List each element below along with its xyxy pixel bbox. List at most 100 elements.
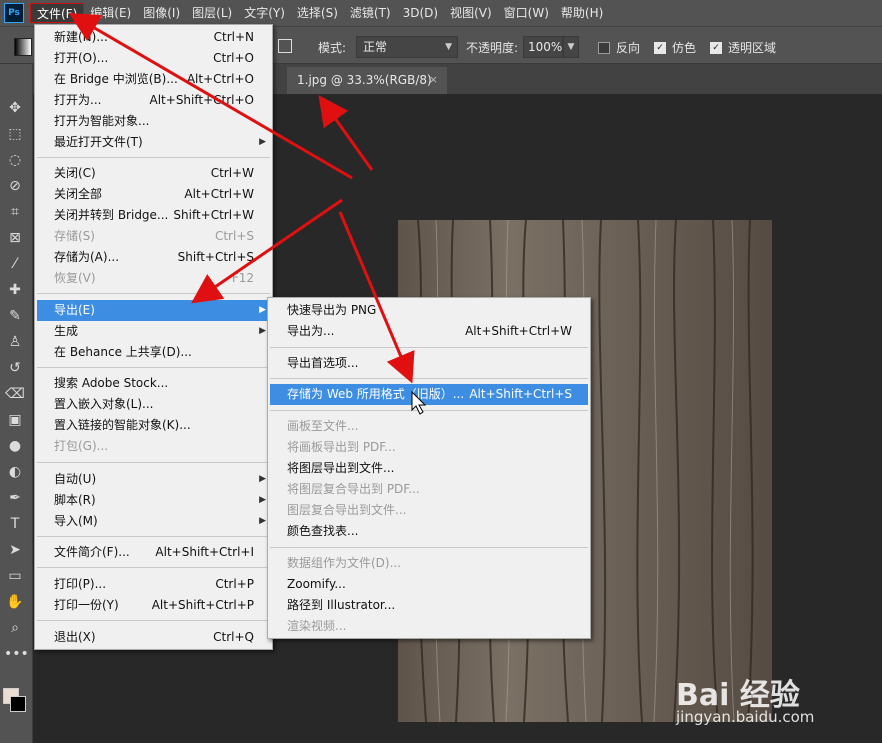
menu-type[interactable]: 文字(Y): [238, 3, 291, 23]
crop-tool-icon[interactable]: ⌗: [4, 202, 26, 222]
menu-filter[interactable]: 滤镜(T): [344, 3, 397, 23]
frame-tool-icon[interactable]: ⊠: [4, 228, 26, 248]
export-artboards-files-item[interactable]: 画板至文件...: [270, 416, 588, 437]
file-close-all-item[interactable]: 关闭全部 Alt+Ctrl+W: [37, 184, 270, 205]
menu-file[interactable]: 文件(F): [30, 3, 85, 23]
menu-item-shortcut: Ctrl+S: [214, 229, 254, 243]
move-tool-icon[interactable]: ✥: [4, 98, 26, 118]
type-tool-icon[interactable]: T: [4, 514, 26, 534]
file-browse-bridge-item[interactable]: 在 Bridge 中浏览(B)... Alt+Ctrl+O: [37, 69, 270, 90]
file-import-item[interactable]: 导入(M) ▶: [37, 511, 270, 532]
export-layer-comps-pdf-item[interactable]: 将图层复合导出到 PDF...: [270, 479, 588, 500]
menu-help[interactable]: 帮助(H): [555, 3, 609, 23]
menu-item-label: 打印一份(Y): [54, 598, 119, 612]
file-print-item[interactable]: 打印(P)... Ctrl+P: [37, 574, 270, 595]
mode-select[interactable]: 正常 ▼: [356, 36, 458, 58]
menu-item-shortcut: Alt+Shift+Ctrl+O: [149, 93, 254, 107]
menu-item-label: Zoomify...: [287, 577, 346, 591]
file-package-item[interactable]: 打包(G)...: [37, 436, 270, 457]
export-preferences-item[interactable]: 导出首选项...: [270, 353, 588, 374]
export-artboards-pdf-item[interactable]: 将画板导出到 PDF...: [270, 437, 588, 458]
export-quick-png-item[interactable]: 快速导出为 PNG: [270, 300, 588, 321]
pen-tool-icon[interactable]: ✒: [4, 488, 26, 508]
file-open-as-item[interactable]: 打开为... Alt+Shift+Ctrl+O: [37, 90, 270, 111]
file-open-item[interactable]: 打开(O)... Ctrl+O: [37, 48, 270, 69]
file-save-as-item[interactable]: 存储为(A)... Shift+Ctrl+S: [37, 247, 270, 268]
dodge-tool-icon[interactable]: ◐: [4, 462, 26, 482]
path-select-tool-icon[interactable]: ➤: [4, 540, 26, 560]
file-exit-item[interactable]: 退出(X) Ctrl+Q: [37, 627, 270, 648]
brush-tool-icon[interactable]: ✎: [4, 306, 26, 326]
file-open-smart-object-item[interactable]: 打开为智能对象...: [37, 111, 270, 132]
file-automate-item[interactable]: 自动(U) ▶: [37, 469, 270, 490]
export-color-lookup-item[interactable]: 颜色查找表...: [270, 521, 588, 542]
blur-tool-icon[interactable]: ●: [4, 436, 26, 456]
file-recent-item[interactable]: 最近打开文件(T) ▶: [37, 132, 270, 153]
eyedropper-tool-icon[interactable]: ⁄: [4, 254, 26, 274]
document-tab[interactable]: 1.jpg @ 33.3%(RGB/8) ×: [287, 67, 447, 94]
eraser-tool-icon[interactable]: ⌫: [4, 384, 26, 404]
menu-separator: [270, 347, 588, 348]
file-close-item[interactable]: 关闭(C) Ctrl+W: [37, 163, 270, 184]
file-scripts-item[interactable]: 脚本(R) ▶: [37, 490, 270, 511]
menu-image[interactable]: 图像(I): [137, 3, 186, 23]
export-data-sets-item[interactable]: 数据组作为文件(D)...: [270, 553, 588, 574]
history-brush-tool-icon[interactable]: ↺: [4, 358, 26, 378]
menu-item-shortcut: Alt+Shift+Ctrl+W: [465, 324, 572, 338]
opacity-dropdown-icon[interactable]: ▼: [563, 36, 579, 58]
menu-item-label: 在 Bridge 中浏览(B)...: [54, 72, 178, 86]
background-color-swatch[interactable]: [10, 696, 26, 712]
menu-separator: [37, 462, 270, 463]
lasso-tool-icon[interactable]: ◌: [4, 150, 26, 170]
dither-checkbox[interactable]: ✓ 仿色: [654, 39, 696, 56]
photoshop-logo-icon: Ps: [4, 3, 24, 23]
file-revert-item[interactable]: 恢复(V) F12: [37, 268, 270, 289]
export-layer-comps-files-item[interactable]: 图层复合导出到文件...: [270, 500, 588, 521]
menu-edit[interactable]: 编辑(E): [84, 3, 137, 23]
opacity-input[interactable]: 100%: [523, 36, 563, 58]
gradient-tool-icon[interactable]: ▣: [4, 410, 26, 430]
export-as-item[interactable]: 导出为... Alt+Shift+Ctrl+W: [270, 321, 588, 342]
reverse-checkbox[interactable]: 反向: [598, 39, 640, 56]
zoom-tool-icon[interactable]: ⌕: [4, 618, 26, 638]
gradient-preset-swatch[interactable]: [14, 38, 32, 56]
export-save-for-web-item[interactable]: 存储为 Web 所用格式（旧版）... Alt+Shift+Ctrl+S: [270, 384, 588, 405]
healing-brush-tool-icon[interactable]: ✚: [4, 280, 26, 300]
file-save-item[interactable]: 存储(S) Ctrl+S: [37, 226, 270, 247]
menu-item-label: 快速导出为 PNG: [287, 303, 377, 317]
file-close-go-bridge-item[interactable]: 关闭并转到 Bridge... Shift+Ctrl+W: [37, 205, 270, 226]
file-info-item[interactable]: 文件简介(F)... Alt+Shift+Ctrl+I: [37, 542, 270, 563]
marquee-tool-icon[interactable]: ⬚: [4, 124, 26, 144]
file-place-linked-item[interactable]: 置入链接的智能对象(K)...: [37, 415, 270, 436]
menu-layer[interactable]: 图层(L): [186, 3, 238, 23]
quick-select-tool-icon[interactable]: ⊘: [4, 176, 26, 196]
close-icon[interactable]: ×: [429, 67, 438, 93]
export-render-video-item[interactable]: 渲染视频...: [270, 616, 588, 637]
menu-separator: [270, 410, 588, 411]
menu-item-label: 导出首选项...: [287, 356, 359, 370]
menu-view[interactable]: 视图(V): [444, 3, 498, 23]
document-tab-title: 1.jpg @ 33.3%(RGB/8): [297, 73, 432, 87]
file-search-stock-item[interactable]: 搜索 Adobe Stock...: [37, 373, 270, 394]
export-zoomify-item[interactable]: Zoomify...: [270, 574, 588, 595]
file-share-behance-item[interactable]: 在 Behance 上共享(D)...: [37, 342, 270, 363]
transparency-checkbox[interactable]: ✓ 透明区域: [710, 39, 776, 56]
menu-select[interactable]: 选择(S): [291, 3, 344, 23]
file-place-embedded-item[interactable]: 置入嵌入对象(L)...: [37, 394, 270, 415]
menu-item-shortcut: F12: [231, 271, 254, 285]
gradient-type-icon[interactable]: [278, 39, 292, 53]
file-export-item[interactable]: 导出(E) ▶: [37, 300, 270, 321]
more-tools-icon[interactable]: •••: [4, 644, 29, 664]
export-paths-illustrator-item[interactable]: 路径到 Illustrator...: [270, 595, 588, 616]
file-print-one-item[interactable]: 打印一份(Y) Alt+Shift+Ctrl+P: [37, 595, 270, 616]
file-new-item[interactable]: 新建(N)... Ctrl+N: [37, 27, 270, 48]
hand-tool-icon[interactable]: ✋: [4, 592, 26, 612]
menu-3d[interactable]: 3D(D): [397, 3, 444, 23]
rectangle-tool-icon[interactable]: ▭: [4, 566, 26, 586]
stamp-tool-icon[interactable]: ♙: [4, 332, 26, 352]
export-layers-files-item[interactable]: 将图层导出到文件...: [270, 458, 588, 479]
file-generate-item[interactable]: 生成 ▶: [37, 321, 270, 342]
menu-window[interactable]: 窗口(W): [498, 3, 555, 23]
tools-panel: ✥ ⬚ ◌ ⊘ ⌗ ⊠ ⁄ ✚ ✎ ♙ ↺ ⌫ ▣ ● ◐ ✒ T ➤ ▭ ✋ …: [0, 64, 33, 743]
menu-separator: [270, 547, 588, 548]
